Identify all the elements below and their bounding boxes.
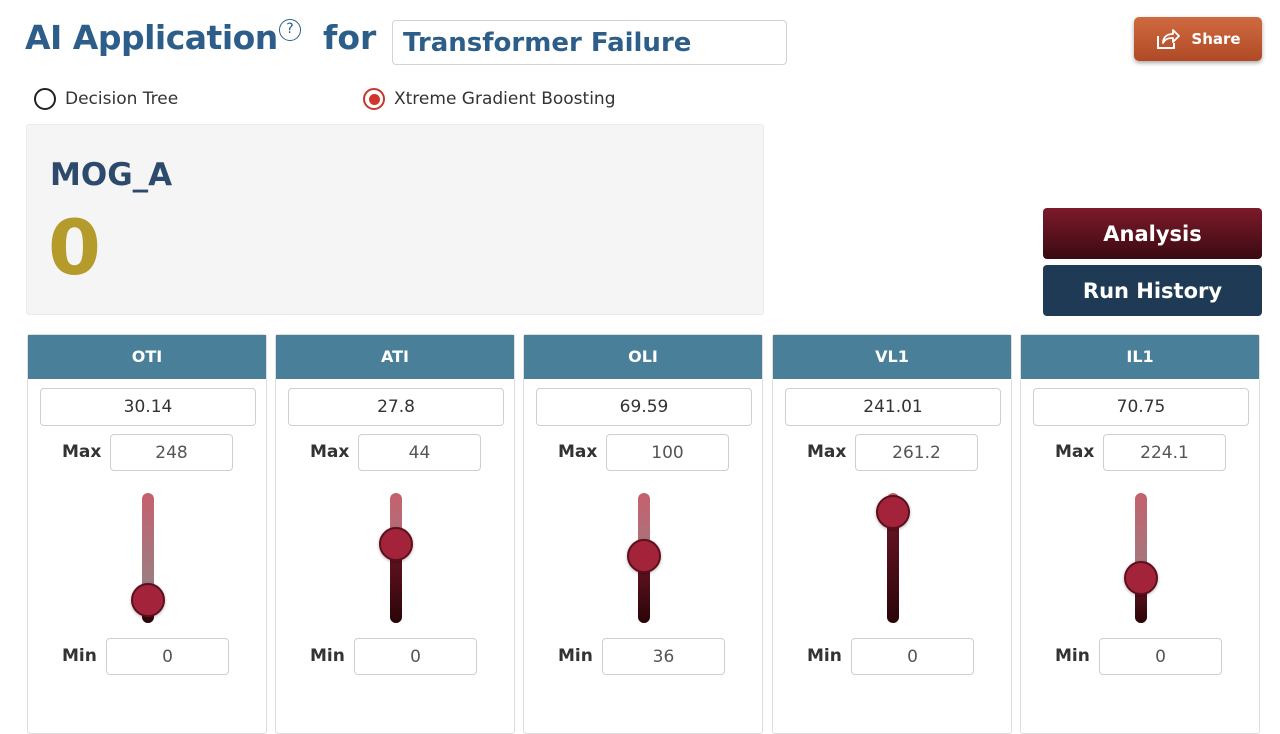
- share-button[interactable]: Share: [1134, 17, 1262, 61]
- app-title: AI Application: [25, 18, 278, 57]
- radio-label: Xtreme Gradient Boosting: [394, 89, 616, 109]
- result-value: 0: [48, 203, 101, 292]
- question-circle-icon[interactable]: ?: [279, 19, 301, 41]
- max-label: Max: [558, 442, 598, 462]
- max-input[interactable]: [110, 434, 233, 471]
- parameter-card: OLI Max Min: [523, 334, 763, 734]
- radio-label: Decision Tree: [65, 89, 179, 109]
- slider-thumb[interactable]: [379, 526, 413, 561]
- parameter-value-input[interactable]: [1033, 388, 1249, 426]
- min-input[interactable]: [106, 638, 229, 675]
- max-label: Max: [1055, 442, 1095, 462]
- slider-thumb[interactable]: [131, 582, 165, 617]
- result-panel: MOG_A 0: [26, 124, 764, 315]
- parameter-value-input[interactable]: [288, 388, 504, 426]
- radio-unselected-icon[interactable]: [34, 88, 56, 110]
- slider-thumb[interactable]: [627, 538, 661, 573]
- parameter-name: OLI: [524, 335, 762, 379]
- parameter-card: ATI Max Min: [275, 334, 515, 734]
- min-label: Min: [62, 646, 97, 666]
- max-input[interactable]: [358, 434, 481, 471]
- parameter-value-input[interactable]: [785, 388, 1001, 426]
- parameter-slider[interactable]: [627, 493, 661, 623]
- min-input[interactable]: [1099, 638, 1222, 675]
- slider-thumb[interactable]: [1124, 560, 1158, 595]
- parameter-slider[interactable]: [379, 493, 413, 623]
- max-input[interactable]: [855, 434, 978, 471]
- min-label: Min: [558, 646, 593, 666]
- result-name: MOG_A: [50, 157, 173, 193]
- min-input[interactable]: [851, 638, 974, 675]
- target-input[interactable]: [392, 20, 787, 65]
- min-label: Min: [310, 646, 345, 666]
- parameter-card: VL1 Max Min: [772, 334, 1012, 734]
- parameter-name: OTI: [28, 335, 266, 379]
- share-label: Share: [1191, 30, 1241, 48]
- slider-thumb[interactable]: [876, 494, 910, 529]
- min-label: Min: [807, 646, 842, 666]
- radio-xgboost[interactable]: Xtreme Gradient Boosting: [363, 88, 615, 110]
- radio-selected-icon[interactable]: [363, 88, 385, 110]
- parameter-value-input[interactable]: [536, 388, 752, 426]
- max-input[interactable]: [1103, 434, 1226, 471]
- max-label: Max: [310, 442, 350, 462]
- parameter-name: ATI: [276, 335, 514, 379]
- share-icon: [1157, 29, 1181, 49]
- min-label: Min: [1055, 646, 1090, 666]
- min-input[interactable]: [354, 638, 477, 675]
- for-label: for: [323, 18, 377, 57]
- radio-decision-tree[interactable]: Decision Tree: [34, 88, 178, 110]
- parameter-name: IL1: [1021, 335, 1259, 379]
- run-history-button[interactable]: Run History: [1043, 265, 1262, 316]
- max-label: Max: [807, 442, 847, 462]
- parameter-card: IL1 Max Min: [1020, 334, 1260, 734]
- parameter-slider[interactable]: [1124, 493, 1158, 623]
- min-input[interactable]: [602, 638, 725, 675]
- parameter-value-input[interactable]: [40, 388, 256, 426]
- parameter-card: OTI Max Min: [27, 334, 267, 734]
- parameter-slider[interactable]: [131, 493, 165, 623]
- max-label: Max: [62, 442, 102, 462]
- max-input[interactable]: [606, 434, 729, 471]
- analysis-button[interactable]: Analysis: [1043, 208, 1262, 259]
- parameter-name: VL1: [773, 335, 1011, 379]
- parameter-slider[interactable]: [876, 493, 910, 623]
